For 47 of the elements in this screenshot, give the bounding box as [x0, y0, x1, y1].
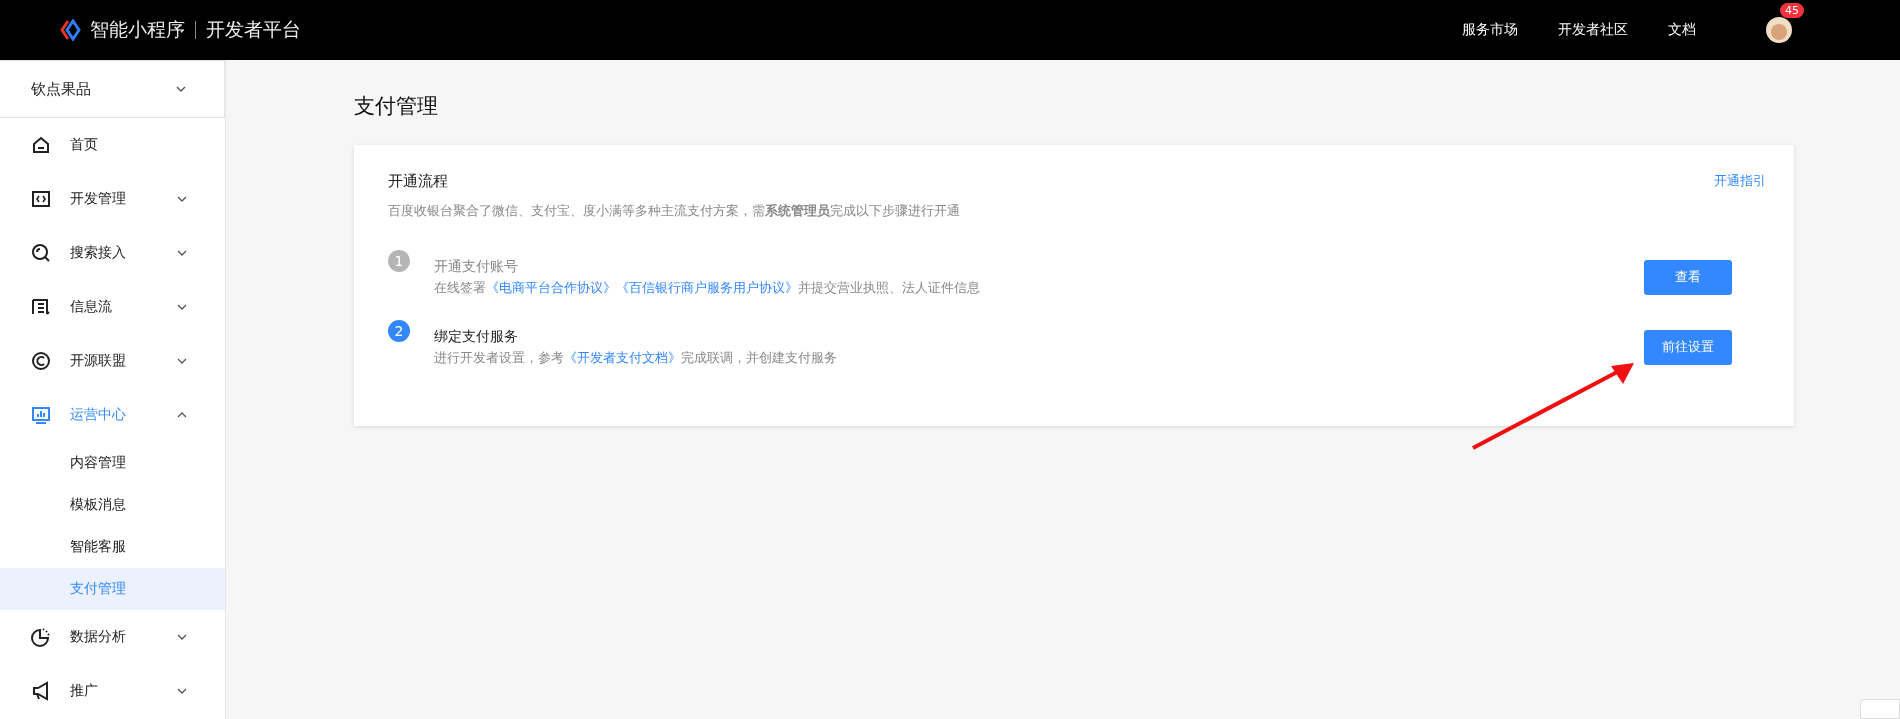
document-link[interactable]: 《开发者支付文档》	[564, 349, 681, 365]
menu-icon	[30, 350, 52, 372]
card-title: 开通流程	[388, 172, 448, 191]
avatar-icon[interactable]	[1766, 17, 1792, 43]
step-title: 绑定支付服务	[434, 327, 519, 346]
sidebar-subitem[interactable]: 内容管理	[0, 442, 225, 484]
sidebar-item[interactable]: 开源联盟	[0, 334, 225, 388]
sidebar-item[interactable]: 搜索接入	[0, 226, 225, 280]
sidebar-item[interactable]: 数据分析	[0, 610, 225, 664]
chevron-icon	[177, 302, 187, 312]
menu-icon	[30, 188, 52, 210]
menu-icon	[30, 626, 52, 648]
step-title: 开通支付账号	[434, 257, 519, 276]
guide-link[interactable]: 开通指引	[1714, 172, 1766, 191]
notification-badge: 45	[1780, 3, 1804, 18]
nav-link[interactable]: 开发者社区	[1558, 21, 1628, 39]
nav-link[interactable]: 文档	[1668, 21, 1696, 39]
nav-link[interactable]: 服务市场	[1462, 21, 1518, 39]
chevron-icon	[177, 356, 187, 366]
chevron-icon	[177, 194, 187, 204]
chevron-icon	[177, 248, 187, 258]
sidebar-item[interactable]: 运营中心	[0, 388, 225, 442]
page-title: 支付管理	[354, 93, 439, 120]
logo-icon	[60, 19, 82, 41]
step-description: 在线签署《电商平台合作协议》《百信银行商户服务用户协议》并提交营业执照、法人证件信息	[434, 279, 981, 297]
sidebar-item[interactable]: 信息流	[0, 280, 225, 334]
chevron-icon	[177, 410, 187, 420]
chevron-icon	[177, 686, 187, 696]
chevron-icon	[177, 632, 187, 642]
menu-icon	[30, 242, 52, 264]
step-number: 2	[388, 320, 410, 342]
step-description: 进行开发者设置，参考《开发者支付文档》完成联调，并创建支付服务	[434, 349, 838, 367]
step-number: 1	[388, 250, 410, 272]
sidebar-item[interactable]: 首页	[0, 118, 225, 172]
sidebar-item[interactable]: 推广	[0, 664, 225, 718]
sidebar-item[interactable]: 开发管理	[0, 172, 225, 226]
menu-icon	[30, 404, 52, 426]
platform-name: 开发者平台	[206, 17, 301, 42]
chevron-icon	[176, 84, 186, 94]
document-link[interactable]: 《电商平台合作协议》	[486, 279, 616, 295]
description-text: 百度收银台聚合了微信、支付宝、度小满等多种主流支付方案，需系统管理员完成以下步骤进行开通	[388, 203, 961, 220]
sidebar-subitem[interactable]: 模板消息	[0, 484, 225, 526]
document-link[interactable]: 《百信银行商户服务用户协议》	[616, 279, 798, 295]
product-name: 智能小程序	[90, 17, 185, 42]
app-selector[interactable]: 钦点果品	[0, 60, 225, 118]
menu-icon	[30, 134, 52, 156]
sidebar-subitem[interactable]: 智能客服	[0, 526, 225, 568]
